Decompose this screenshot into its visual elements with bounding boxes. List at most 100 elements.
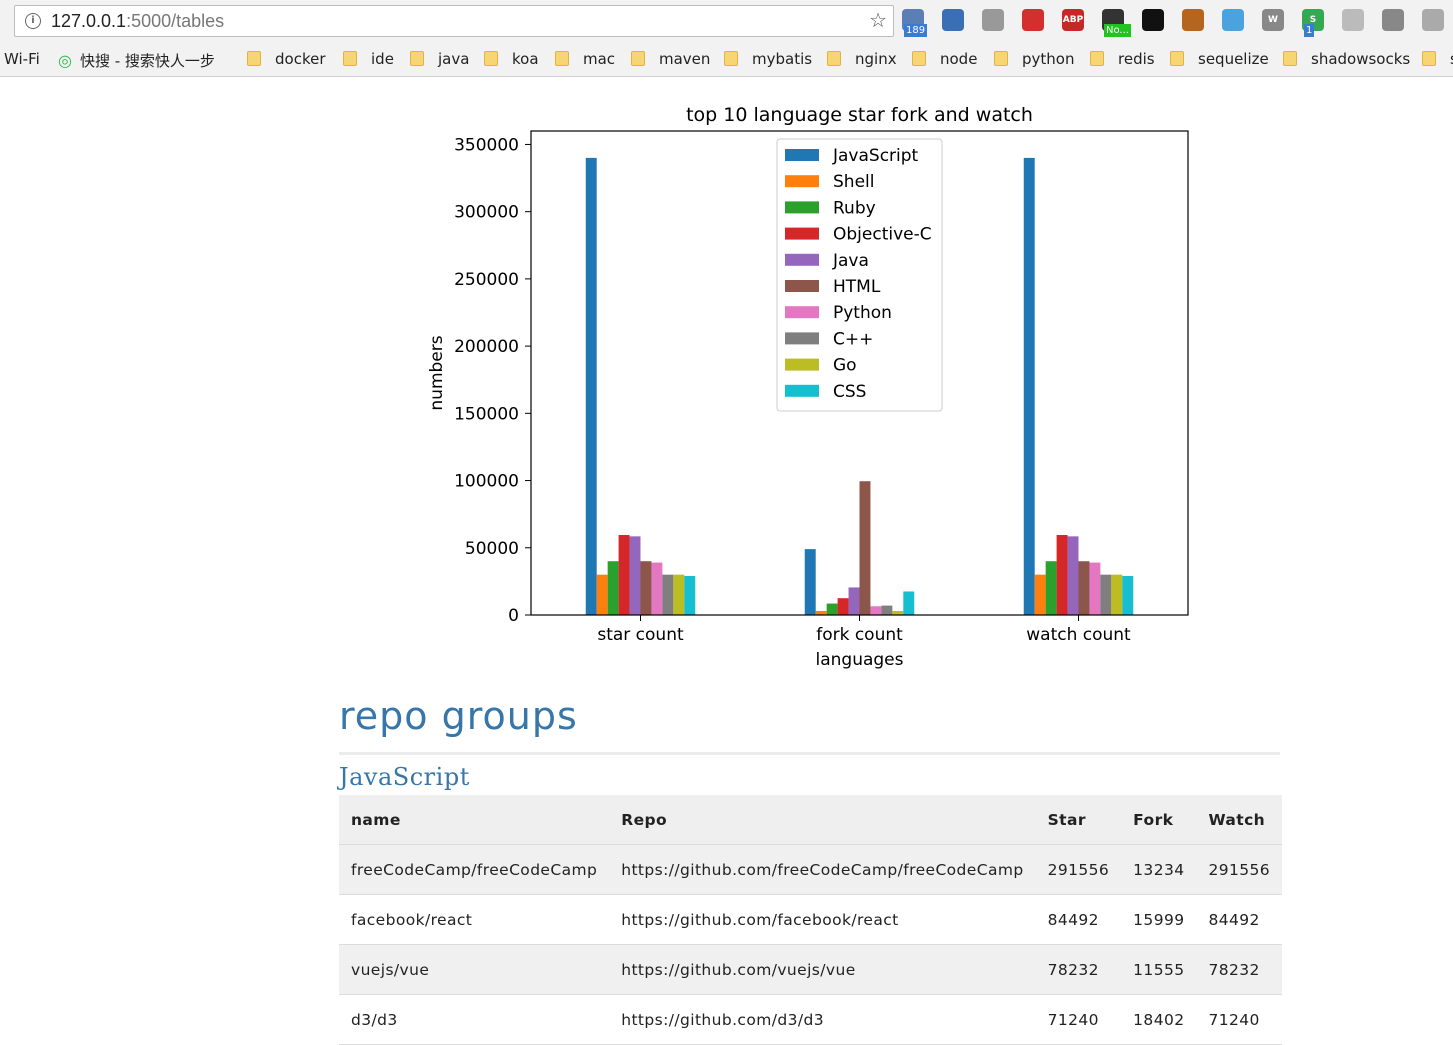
power-icon[interactable]: No... bbox=[1102, 9, 1131, 37]
bookmark-shadowsocks[interactable]: shadowsocks bbox=[1283, 50, 1410, 68]
cell-fork: 18402 bbox=[1121, 994, 1197, 1045]
bookmark-maven[interactable]: maven bbox=[631, 50, 710, 68]
cell-star: 78232 bbox=[1035, 944, 1122, 995]
globe-icon[interactable] bbox=[1382, 9, 1404, 31]
table-row: freeCodeCamp/freeCodeCamp https://github.… bbox=[339, 844, 1283, 895]
bookmark-mac[interactable]: mac bbox=[555, 50, 615, 68]
column-header-fork: Fork bbox=[1121, 795, 1197, 845]
column-header-name: name bbox=[339, 795, 610, 845]
x-axis-label: languages bbox=[815, 650, 903, 670]
s-icon[interactable]: S1 bbox=[1302, 9, 1324, 37]
bar-css-2 bbox=[1122, 576, 1134, 615]
extension-badge: 189 bbox=[904, 24, 928, 37]
folder-icon bbox=[631, 51, 645, 66]
bookmark-s[interactable]: s bbox=[1422, 50, 1453, 68]
cell-star: 71240 bbox=[1035, 994, 1122, 1045]
cell-star: 291556 bbox=[1035, 844, 1122, 895]
cell-fork: 13234 bbox=[1121, 844, 1197, 895]
bar-c--2 bbox=[1100, 574, 1112, 615]
dots-icon[interactable] bbox=[1022, 9, 1044, 31]
monkey-icon[interactable] bbox=[1182, 9, 1204, 31]
bar-objective-c-1 bbox=[837, 598, 849, 615]
cell-watch: 291556 bbox=[1196, 844, 1283, 895]
legend-label: Ruby bbox=[833, 198, 876, 218]
legend-label: C++ bbox=[833, 329, 873, 349]
bookmark-label: maven bbox=[659, 50, 711, 68]
bookmark-label: sequelize bbox=[1198, 50, 1269, 68]
bar-shell-0 bbox=[596, 574, 608, 615]
group-title: JavaScript bbox=[339, 763, 470, 791]
bar-html-1 bbox=[859, 481, 871, 615]
y-axis-label: numbers bbox=[427, 335, 447, 410]
bar-go-2 bbox=[1111, 574, 1123, 615]
bar-ruby-2 bbox=[1045, 561, 1057, 615]
bar-javascript-2 bbox=[1023, 157, 1035, 615]
bookmark-python[interactable]: python bbox=[994, 50, 1074, 68]
bar-shell-2 bbox=[1034, 574, 1046, 615]
browser-chrome: i 127.0.0.1:5000/tables ☆ 189 ABP No... W S 1… bbox=[0, 0, 1453, 77]
address-bar[interactable]: i 127.0.0.1:5000/tables ☆ bbox=[14, 5, 894, 37]
bookmark-koa[interactable]: koa bbox=[484, 50, 539, 68]
bar-java-2 bbox=[1067, 536, 1079, 615]
url-text[interactable]: 127.0.0.1:5000/tables bbox=[51, 11, 224, 32]
cell-repo-url: https://github.com/freeCodeCamp/freeCode… bbox=[609, 844, 1036, 895]
legend-label: HTML bbox=[833, 277, 881, 297]
folder-icon bbox=[247, 51, 261, 66]
y-tick-label: 200000 bbox=[454, 337, 519, 357]
bookmark-star-icon[interactable]: ☆ bbox=[869, 9, 887, 31]
legend-label: Java bbox=[832, 251, 869, 271]
bookmark-docker[interactable]: docker bbox=[247, 50, 326, 68]
bookmark-label: mac bbox=[583, 50, 616, 68]
bookmark-node[interactable]: node bbox=[912, 50, 977, 68]
cell-fork: 15999 bbox=[1121, 894, 1197, 945]
legend-label: Python bbox=[833, 303, 892, 323]
cell-repo-url: https://github.com/d3/d3 bbox=[609, 994, 1036, 1045]
paper-icon[interactable] bbox=[1342, 9, 1364, 31]
check-icon[interactable] bbox=[1222, 9, 1244, 31]
cell-name: vuejs/vue bbox=[339, 944, 610, 995]
bookmark-redis[interactable]: redis bbox=[1090, 50, 1155, 68]
octocat-icon[interactable] bbox=[1142, 9, 1164, 31]
bookmark-sequelize[interactable]: sequelize bbox=[1170, 50, 1269, 68]
bookmarks-bar: Wi-Fi ◎ 快搜 - 搜索快人一步 docker ide java koa mac mave… bbox=[0, 42, 1453, 77]
y-tick-label: 300000 bbox=[454, 203, 519, 223]
cell-watch: 84492 bbox=[1196, 894, 1283, 945]
bar-javascript-0 bbox=[585, 157, 597, 615]
bookmark-ide[interactable]: ide bbox=[343, 50, 394, 68]
y-tick-label: 50000 bbox=[465, 539, 519, 559]
legend-label: Objective-C bbox=[833, 225, 932, 245]
cell-fork: 11555 bbox=[1121, 944, 1197, 995]
folder-icon bbox=[827, 51, 841, 66]
address-row: i 127.0.0.1:5000/tables ☆ 189 ABP No... W S 1 bbox=[0, 0, 1453, 42]
bookmark-java[interactable]: java bbox=[410, 50, 469, 68]
bar-java-0 bbox=[629, 536, 641, 615]
adblock-icon[interactable]: ABP bbox=[1062, 9, 1084, 31]
bar-c--1 bbox=[881, 605, 893, 615]
translate-icon[interactable] bbox=[942, 9, 964, 31]
target-icon[interactable] bbox=[1422, 9, 1444, 31]
legend-swatch bbox=[785, 280, 819, 292]
sitemap-icon[interactable] bbox=[982, 9, 1004, 31]
bookmark-[interactable]: ◎ 快搜 - 搜索快人一步 bbox=[58, 50, 215, 71]
bookmark-mybatis[interactable]: mybatis bbox=[724, 50, 812, 68]
bookmark-label: node bbox=[940, 50, 978, 68]
bookmark-nginx[interactable]: nginx bbox=[827, 50, 897, 68]
bookmark-wi-fi[interactable]: Wi-Fi bbox=[4, 50, 40, 68]
extension-badge: 1 bbox=[1304, 24, 1315, 37]
info-icon[interactable]: i bbox=[25, 13, 41, 29]
legend-label: Go bbox=[833, 356, 857, 376]
chart: 0 50000 100000 150000 200000 250000 300000 3500… bbox=[420, 95, 1210, 680]
table-row: vuejs/vue https://github.com/vuejs/vue 782… bbox=[339, 944, 1283, 995]
bar-java-1 bbox=[848, 587, 860, 615]
bookmark-label: nginx bbox=[855, 50, 897, 68]
table-row: d3/d3 https://github.com/d3/d3 71240 18402 7… bbox=[339, 994, 1283, 1045]
wiki-icon[interactable]: W bbox=[1262, 9, 1284, 31]
bookmark-label: python bbox=[1022, 50, 1075, 68]
bookmark-label: 快搜 - 搜索快人一步 bbox=[79, 52, 215, 70]
page-title: repo groups bbox=[339, 694, 578, 738]
chart-title: top 10 language star fork and watch bbox=[686, 104, 1033, 126]
legend-swatch bbox=[785, 384, 819, 397]
folder-icon bbox=[1422, 51, 1436, 66]
legend-label: CSS bbox=[833, 382, 866, 402]
mail-icon[interactable]: 189 bbox=[902, 9, 928, 37]
